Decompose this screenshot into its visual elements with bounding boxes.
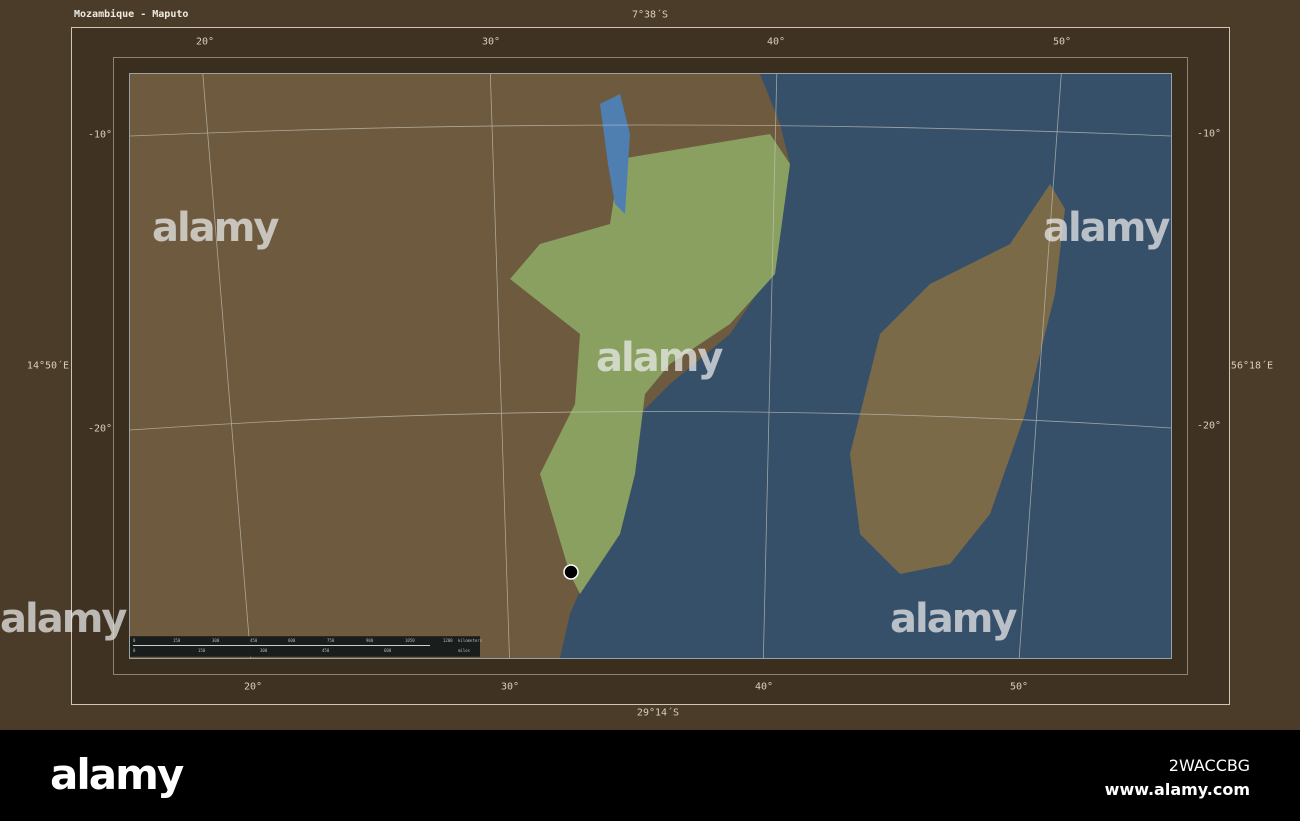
map-title: Mozambique - Maputo <box>74 9 189 20</box>
watermark: alamy <box>0 596 127 642</box>
km-tick: 1200 <box>443 638 453 643</box>
watermark: alamy <box>890 596 1017 642</box>
south-bound-label: 29°14´S <box>636 707 680 719</box>
scale-bar: 0 150 300 450 600 750 900 1050 1200 kilo… <box>130 636 483 656</box>
lon-label-bottom: 20° <box>243 681 263 693</box>
km-tick: 0 <box>133 638 136 643</box>
watermark: alamy <box>1043 205 1170 251</box>
lon-label-top: 40° <box>766 36 786 48</box>
mi-tick: 0 <box>133 648 136 653</box>
km-tick: 150 <box>173 638 181 643</box>
watermark: alamy <box>596 335 723 381</box>
lon-label-bottom: 50° <box>1009 681 1029 693</box>
lat-label-right: -10° <box>1196 128 1222 140</box>
east-bound-label: 56°18´E <box>1230 360 1274 372</box>
lon-label-top: 20° <box>195 36 215 48</box>
lon-label-bottom: 30° <box>500 681 520 693</box>
km-tick: 600 <box>288 638 296 643</box>
lon-label-top: 50° <box>1052 36 1072 48</box>
km-tick: 450 <box>250 638 258 643</box>
watermark: alamy <box>152 205 279 251</box>
mi-unit: miles <box>458 648 471 653</box>
lat-label-left: -10° <box>87 129 113 141</box>
lat-label-right: -20° <box>1196 420 1222 432</box>
west-bound-label: 14°50´E <box>26 360 70 372</box>
km-tick: 300 <box>212 638 220 643</box>
alamy-logo: alamy <box>50 750 184 799</box>
lon-label-bottom: 40° <box>754 681 774 693</box>
north-bound-label: 7°38´S <box>631 9 669 21</box>
mi-tick: 600 <box>384 648 392 653</box>
km-tick: 900 <box>366 638 374 643</box>
mi-tick: 300 <box>260 648 268 653</box>
lon-label-top: 30° <box>481 36 501 48</box>
image-id: 2WACCBG <box>1168 756 1250 775</box>
km-tick: 750 <box>327 638 335 643</box>
lat-label-left: -20° <box>87 423 113 435</box>
maputo-marker[interactable] <box>563 564 579 580</box>
footer-bar: alamy 2WACCBG www.alamy.com <box>0 730 1300 821</box>
km-unit: kilometers <box>458 638 483 643</box>
km-tick: 1050 <box>405 638 415 643</box>
alamy-url[interactable]: www.alamy.com <box>1105 780 1250 799</box>
mi-tick: 150 <box>198 648 206 653</box>
mi-tick: 450 <box>322 648 330 653</box>
